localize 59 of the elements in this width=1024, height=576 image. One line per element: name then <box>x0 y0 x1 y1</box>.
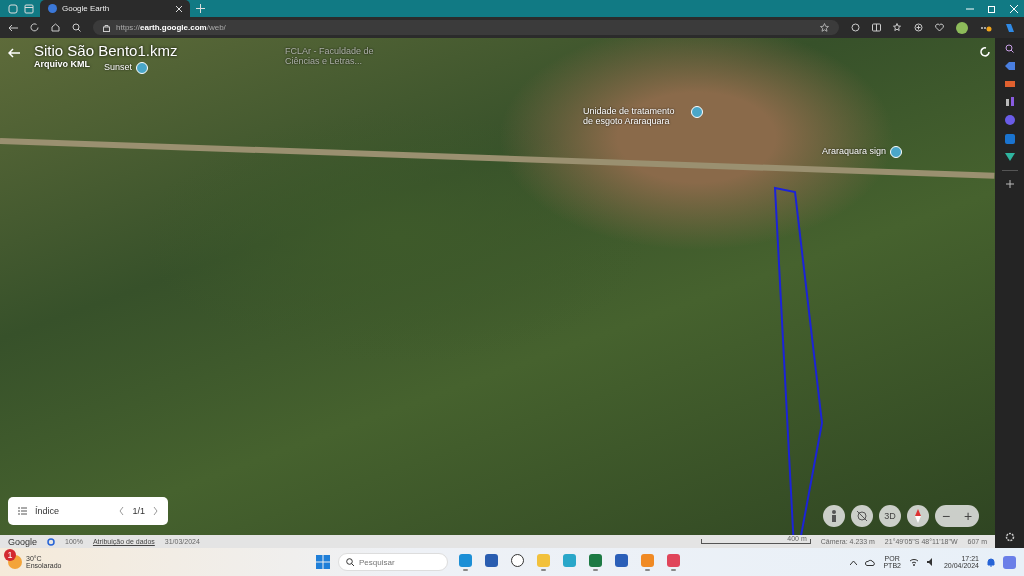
settings-icon[interactable] <box>1004 532 1015 542</box>
tab-actions-icon[interactable] <box>24 3 34 14</box>
index-label: Índice <box>35 506 61 516</box>
map-place-label[interactable]: Unidade de tratamento de esgoto Araraquara <box>583 106 687 126</box>
taskbar-app-icon[interactable] <box>456 551 474 573</box>
browser-tab[interactable]: Google Earth <box>40 0 190 17</box>
taskbar-app-icon[interactable] <box>586 551 604 573</box>
profile-avatar-icon[interactable] <box>956 21 968 34</box>
restore-icon[interactable] <box>988 4 996 13</box>
loading-ring-icon <box>47 537 56 546</box>
workspaces-icon[interactable] <box>8 3 18 14</box>
lock-icon <box>103 23 110 32</box>
compass-needle-icon <box>914 509 922 523</box>
close-icon[interactable] <box>176 5 182 12</box>
list-icon <box>18 507 27 515</box>
reload-icon[interactable] <box>30 23 39 32</box>
wifi-icon[interactable] <box>908 558 919 566</box>
map-place-label[interactable]: Sunset <box>104 62 133 72</box>
favorites-icon[interactable] <box>893 23 902 32</box>
notification-badge: 1 <box>4 549 16 561</box>
3d-view-button[interactable]: 3D <box>879 505 901 527</box>
street-view-button[interactable] <box>823 505 845 527</box>
satellite-map[interactable]: Sunset FCLAr - Faculdade de Ciências e Letras... Unidade de tratamento de esgoto Araraquara Araraquara sign Sitio São Bento1.kmz Arquivo KML Índice 1/1 3D − + <box>0 38 995 535</box>
add-icon[interactable] <box>1005 180 1014 188</box>
place-pin-icon[interactable] <box>136 62 149 74</box>
project-subtitle: Arquivo KML <box>34 59 90 69</box>
location-off-button[interactable] <box>851 505 873 527</box>
taskbar-search-field[interactable]: Pesquisar <box>338 553 448 571</box>
back-arrow-icon[interactable] <box>8 23 18 32</box>
circle-logo-icon[interactable] <box>1004 115 1015 125</box>
search-icon[interactable] <box>1005 44 1014 53</box>
crossed-circle-icon <box>856 510 868 522</box>
map-place-label[interactable]: Araraquara sign <box>822 146 887 156</box>
address-bar[interactable]: https://earth.google.com/web/ <box>93 20 839 35</box>
home-icon[interactable] <box>51 23 60 32</box>
place-pin-icon[interactable] <box>691 106 703 118</box>
favorite-star-icon[interactable] <box>820 23 829 32</box>
globe-icon <box>48 4 57 13</box>
send-icon[interactable] <box>1004 153 1015 161</box>
page-counter: 1/1 <box>132 506 145 516</box>
cloud-icon[interactable] <box>865 558 876 566</box>
collections-icon[interactable] <box>914 23 923 32</box>
search-icon[interactable] <box>72 23 81 32</box>
zoom-out-button[interactable]: − <box>935 505 957 527</box>
person-icon <box>830 510 838 522</box>
place-pin-icon[interactable] <box>890 146 903 158</box>
chevron-up-icon[interactable] <box>850 559 858 565</box>
zoom-in-button[interactable]: + <box>957 505 979 527</box>
google-brand-label: Google <box>8 536 38 547</box>
compass-button[interactable] <box>907 505 929 527</box>
project-title: Sitio São Bento1.kmz <box>34 42 178 59</box>
bell-icon[interactable] <box>987 557 995 567</box>
refresh-icon[interactable] <box>979 46 991 58</box>
split-screen-icon[interactable] <box>872 23 881 32</box>
new-tab-icon[interactable] <box>196 4 205 13</box>
start-icon[interactable] <box>316 555 330 569</box>
taskbar-app-icon[interactable] <box>664 551 682 573</box>
heart-icon[interactable] <box>935 23 944 32</box>
tag-icon[interactable] <box>1004 62 1015 70</box>
